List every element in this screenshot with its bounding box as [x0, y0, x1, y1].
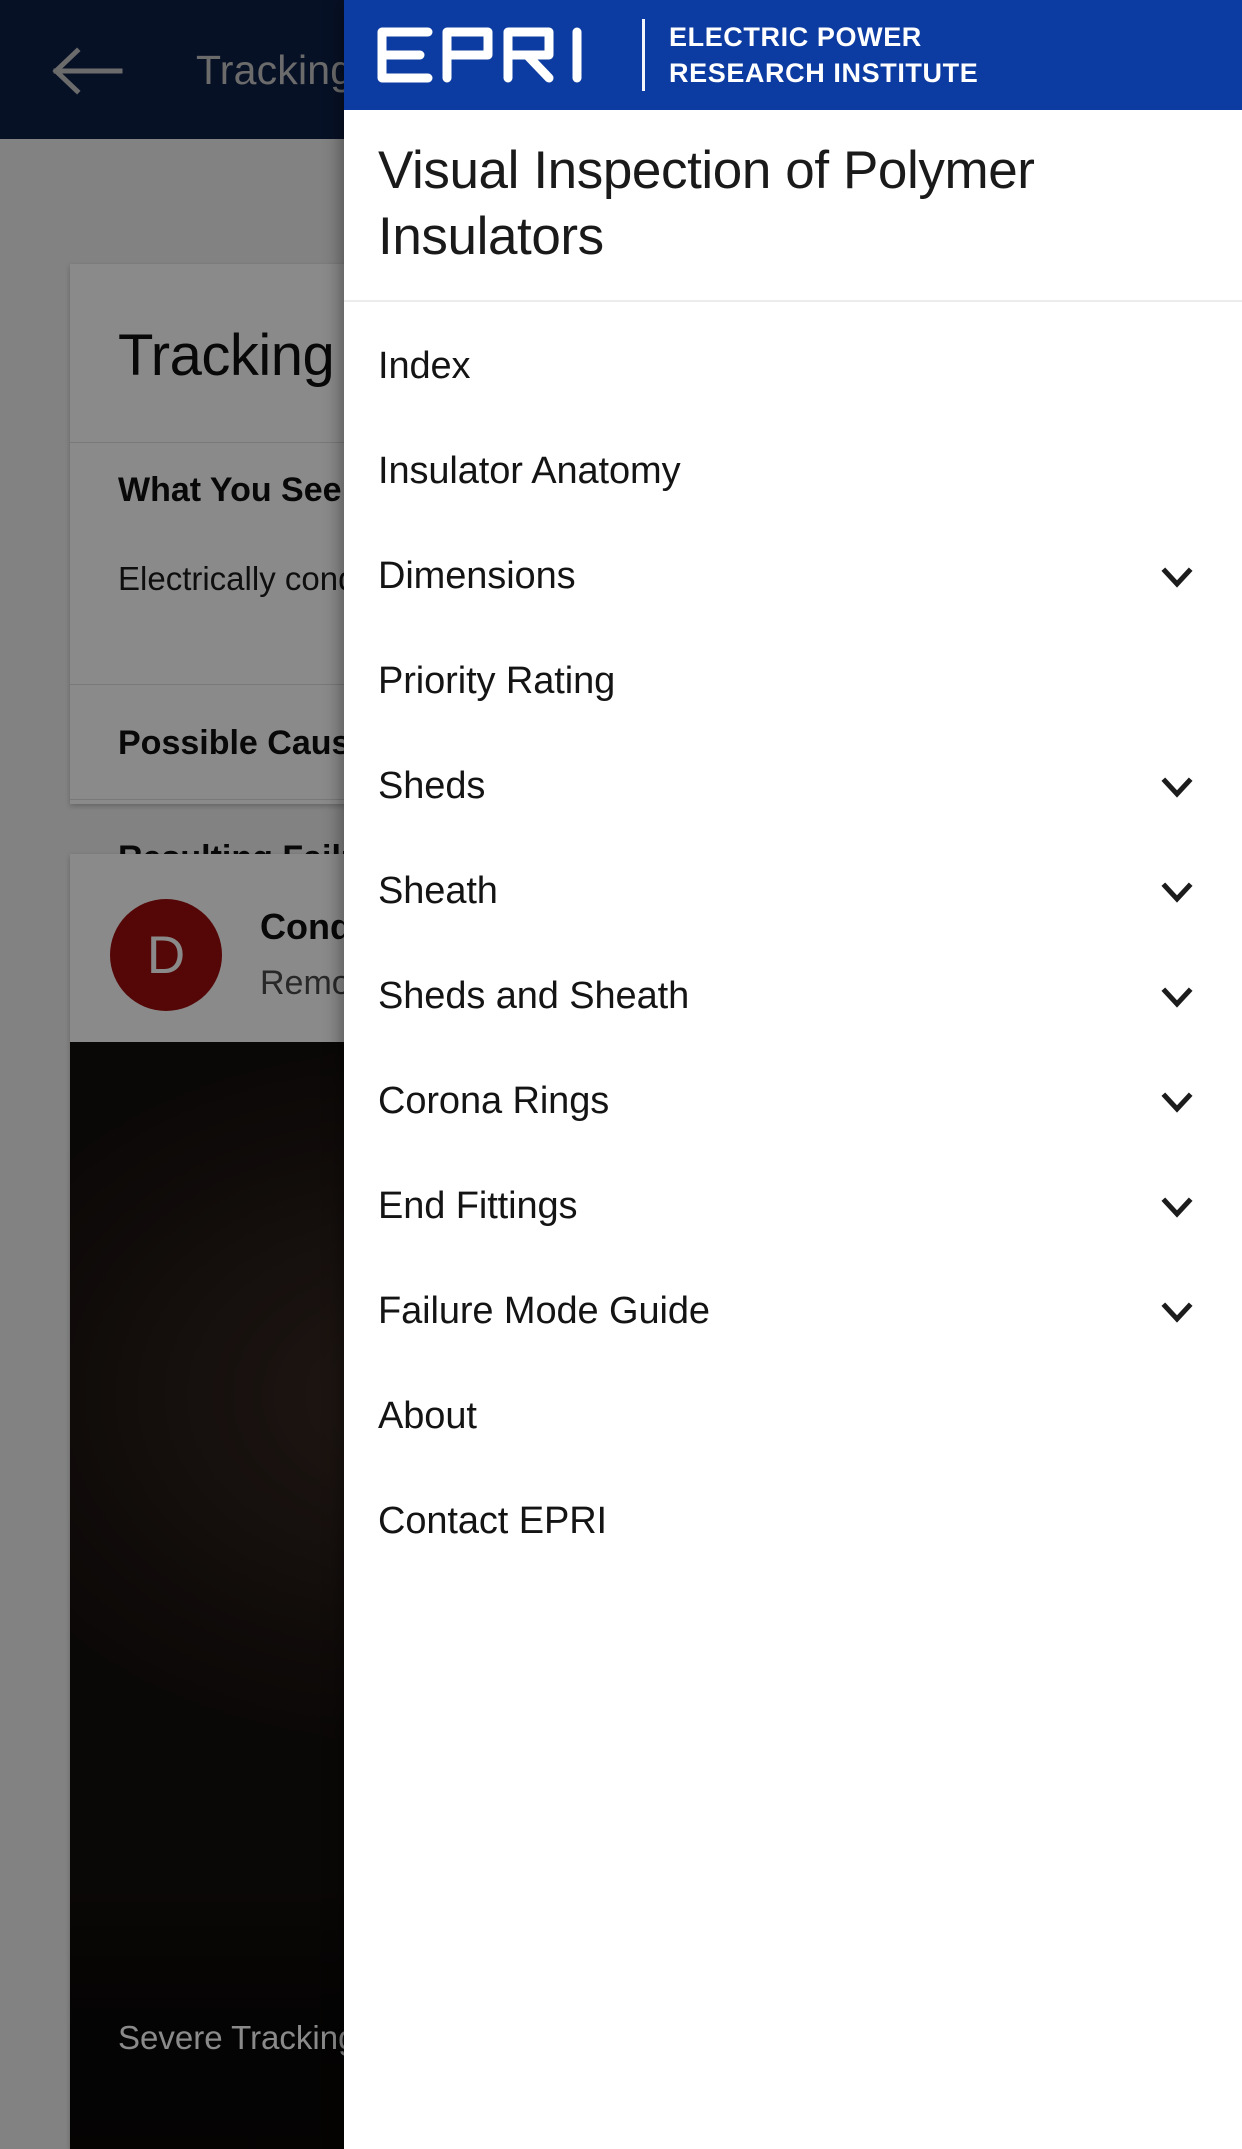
navigation-drawer: ELECTRIC POWER RESEARCH INSTITUTE Visual… — [344, 0, 1242, 2149]
menu-item-label: Failure Mode Guide — [378, 1290, 710, 1332]
menu-item-label: Insulator Anatomy — [378, 450, 681, 492]
drawer-menu: Index Insulator Anatomy Dimensions Prior… — [344, 302, 1242, 1574]
menu-item-about[interactable]: About — [344, 1364, 1242, 1469]
brand-wordmark: ELECTRIC POWER RESEARCH INSTITUTE — [669, 19, 978, 91]
app-screen: Tracking What You See Electrically condu… — [0, 0, 1242, 2149]
menu-item-label: Sheds — [378, 765, 486, 807]
menu-item-index[interactable]: Index — [344, 314, 1242, 419]
menu-item-sheath[interactable]: Sheath — [344, 839, 1242, 944]
menu-item-label: About — [378, 1395, 477, 1437]
chevron-down-icon[interactable] — [1156, 1081, 1198, 1123]
chevron-down-icon[interactable] — [1156, 976, 1198, 1018]
brand-line-2: RESEARCH INSTITUTE — [669, 58, 979, 88]
menu-item-label: Priority Rating — [378, 660, 616, 702]
menu-item-label: Sheath — [378, 870, 498, 912]
menu-item-label: Index — [378, 345, 471, 387]
menu-item-sheds[interactable]: Sheds — [344, 734, 1242, 839]
menu-item-end-fittings[interactable]: End Fittings — [344, 1154, 1242, 1259]
menu-item-dimensions[interactable]: Dimensions — [344, 524, 1242, 629]
chevron-down-icon[interactable] — [1156, 766, 1198, 808]
menu-item-label: End Fittings — [378, 1185, 578, 1227]
epri-logo-icon — [377, 27, 582, 83]
brand-line-1: ELECTRIC POWER — [669, 22, 922, 52]
chevron-down-icon[interactable] — [1156, 871, 1198, 913]
drawer-title: Visual Inspection of Polymer Insulators — [378, 141, 1035, 266]
chevron-down-icon[interactable] — [1156, 1291, 1198, 1333]
menu-item-failure-mode-guide[interactable]: Failure Mode Guide — [344, 1259, 1242, 1364]
chevron-down-icon[interactable] — [1156, 556, 1198, 598]
menu-item-priority-rating[interactable]: Priority Rating — [344, 629, 1242, 734]
brand-divider — [642, 19, 645, 91]
menu-item-contact-epri[interactable]: Contact EPRI — [344, 1469, 1242, 1574]
drawer-brand-bar: ELECTRIC POWER RESEARCH INSTITUTE — [344, 0, 1242, 110]
menu-item-label: Corona Rings — [378, 1080, 610, 1122]
menu-item-insulator-anatomy[interactable]: Insulator Anatomy — [344, 419, 1242, 524]
menu-item-label: Contact EPRI — [378, 1500, 608, 1542]
menu-item-label: Sheds and Sheath — [378, 975, 690, 1017]
menu-item-corona-rings[interactable]: Corona Rings — [344, 1049, 1242, 1154]
menu-item-sheds-and-sheath[interactable]: Sheds and Sheath — [344, 944, 1242, 1049]
chevron-down-icon[interactable] — [1156, 1186, 1198, 1228]
menu-item-label: Dimensions — [378, 555, 576, 597]
